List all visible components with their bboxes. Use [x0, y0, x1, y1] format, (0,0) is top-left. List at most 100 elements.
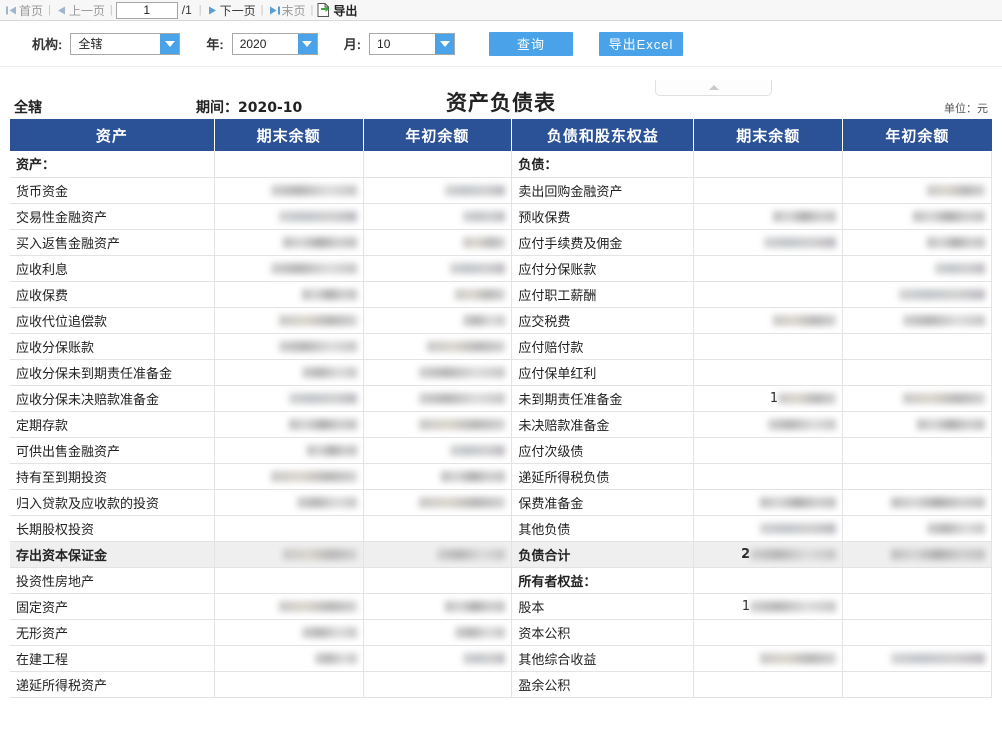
prev-page-icon: [56, 5, 67, 16]
query-button[interactable]: 查询: [489, 31, 574, 56]
asset-label: 买入返售金融资产: [10, 229, 215, 256]
redacted-value: [296, 496, 357, 508]
asset-label: 递延所得税资产: [10, 671, 215, 698]
redacted-value: [935, 262, 985, 274]
column-header-liability: 负债和股东权益: [511, 119, 695, 151]
prev-page-button[interactable]: 上一页: [52, 1, 109, 20]
liability-label: 未决赔款准备金: [511, 411, 695, 438]
org-select[interactable]: 全辖: [70, 32, 181, 55]
redacted-value: [891, 652, 985, 664]
redacted-value: [282, 548, 357, 560]
table-row: 递延所得税资产 盈余公积: [10, 671, 992, 698]
asset-label: 持有至到期投资: [10, 463, 215, 490]
redacted-value: [750, 548, 837, 560]
asset-label: 货币资金: [10, 177, 215, 204]
liability-begin-balance: [842, 177, 992, 204]
redacted-value: [270, 470, 357, 482]
next-page-button[interactable]: 下一页: [203, 1, 260, 20]
asset-label: 应收代位追偿款: [10, 307, 215, 334]
chevron-down-icon[interactable]: [160, 33, 180, 54]
table-row: 货币资金 卖出回购金融资产: [10, 177, 992, 204]
redacted-value: [278, 210, 357, 222]
redacted-value: [427, 340, 506, 352]
asset-begin-balance: [363, 281, 513, 308]
redacted-value: [301, 366, 357, 378]
table-row: 应收分保未到期责任准备金 应付保单红利: [10, 359, 992, 386]
report-unit: 单位：元: [944, 102, 988, 115]
asset-end-balance: [214, 671, 364, 698]
liability-label: 负债：: [511, 151, 695, 178]
asset-label: 可供出售金融资产: [10, 437, 215, 464]
redacted-value: [773, 210, 837, 222]
table-row: 在建工程 其他综合收益: [10, 645, 992, 672]
asset-label: 投资性房地产: [10, 567, 215, 594]
asset-begin-balance: [363, 307, 513, 334]
value-leading-digit: 1: [769, 390, 779, 406]
liability-begin-balance: [842, 229, 992, 256]
asset-end-balance: [214, 203, 364, 230]
liability-label: 应付次级债: [511, 437, 695, 464]
asset-label: 应收分保账款: [10, 333, 215, 360]
year-select[interactable]: 2020: [231, 32, 318, 55]
liability-begin-balance: [842, 671, 992, 698]
liability-label: 应付赔付款: [511, 333, 695, 360]
liability-end-balance: [693, 307, 844, 334]
liability-label: 保费准备金: [511, 489, 695, 516]
liability-begin-balance: [842, 385, 992, 412]
total-pages-label: /1: [181, 3, 192, 17]
redacted-value: [913, 210, 985, 222]
liability-end-balance: [693, 645, 844, 672]
redacted-value: [764, 236, 837, 248]
redacted-value: [927, 184, 985, 196]
table-row: 可供出售金融资产 应付次级债: [10, 437, 992, 464]
asset-label: 应收分保未到期责任准备金: [10, 359, 215, 386]
liability-begin-balance: [842, 593, 992, 620]
last-page-button[interactable]: 末页: [265, 1, 310, 20]
table-row: 资产： 负债：: [10, 151, 992, 178]
redacted-value: [288, 418, 357, 430]
liability-label: 应付分保账款: [511, 255, 695, 282]
liability-end-balance: 2: [693, 541, 844, 568]
liability-label: 所有者权益：: [511, 567, 695, 594]
redacted-value: [306, 444, 357, 456]
export-excel-button[interactable]: 导出Excel: [599, 31, 684, 56]
liability-label: 负债合计: [511, 541, 695, 568]
liability-label: 预收保费: [511, 203, 695, 230]
liability-label: 股本: [511, 593, 695, 620]
liability-end-balance: [693, 151, 844, 178]
redacted-value: [903, 392, 985, 404]
asset-end-balance: [214, 645, 364, 672]
first-page-button[interactable]: 首页: [2, 1, 47, 20]
asset-end-balance: [214, 437, 364, 464]
table-row: 持有至到期投资 递延所得税负债: [10, 463, 992, 490]
asset-begin-balance: [363, 463, 513, 490]
table-header-row: 资产 期末余额 年初余额 负债和股东权益 期末余额 年初余额: [10, 119, 992, 151]
liability-label: 其他综合收益: [511, 645, 695, 672]
chevron-down-icon[interactable]: [297, 33, 317, 54]
page-number-input[interactable]: [115, 1, 178, 19]
asset-end-balance: [214, 359, 364, 386]
redacted-value: [760, 496, 837, 508]
asset-begin-balance: [363, 645, 513, 672]
liability-end-balance: [693, 333, 844, 360]
export-button[interactable]: 导出: [314, 1, 361, 20]
asset-label: 资产：: [10, 151, 215, 178]
liability-label: 资本公积: [511, 619, 695, 646]
table-row: 应收代位追偿款 应交税费: [10, 307, 992, 334]
column-header-asset: 资产: [10, 119, 215, 151]
liability-end-balance: [693, 255, 844, 282]
divider: |: [109, 4, 113, 16]
redacted-value: [927, 522, 985, 534]
liability-end-balance: [693, 359, 844, 386]
liability-end-balance: [693, 177, 844, 204]
liability-begin-balance: [842, 515, 992, 542]
asset-end-balance: [214, 411, 364, 438]
asset-begin-balance: [363, 437, 513, 464]
asset-begin-balance: [363, 151, 513, 178]
liability-end-balance: [693, 281, 844, 308]
chevron-down-icon[interactable]: [435, 33, 455, 54]
asset-begin-balance: [363, 671, 513, 698]
month-select[interactable]: 10: [369, 32, 456, 55]
asset-begin-balance: [363, 229, 513, 256]
redacted-value: [419, 392, 506, 404]
